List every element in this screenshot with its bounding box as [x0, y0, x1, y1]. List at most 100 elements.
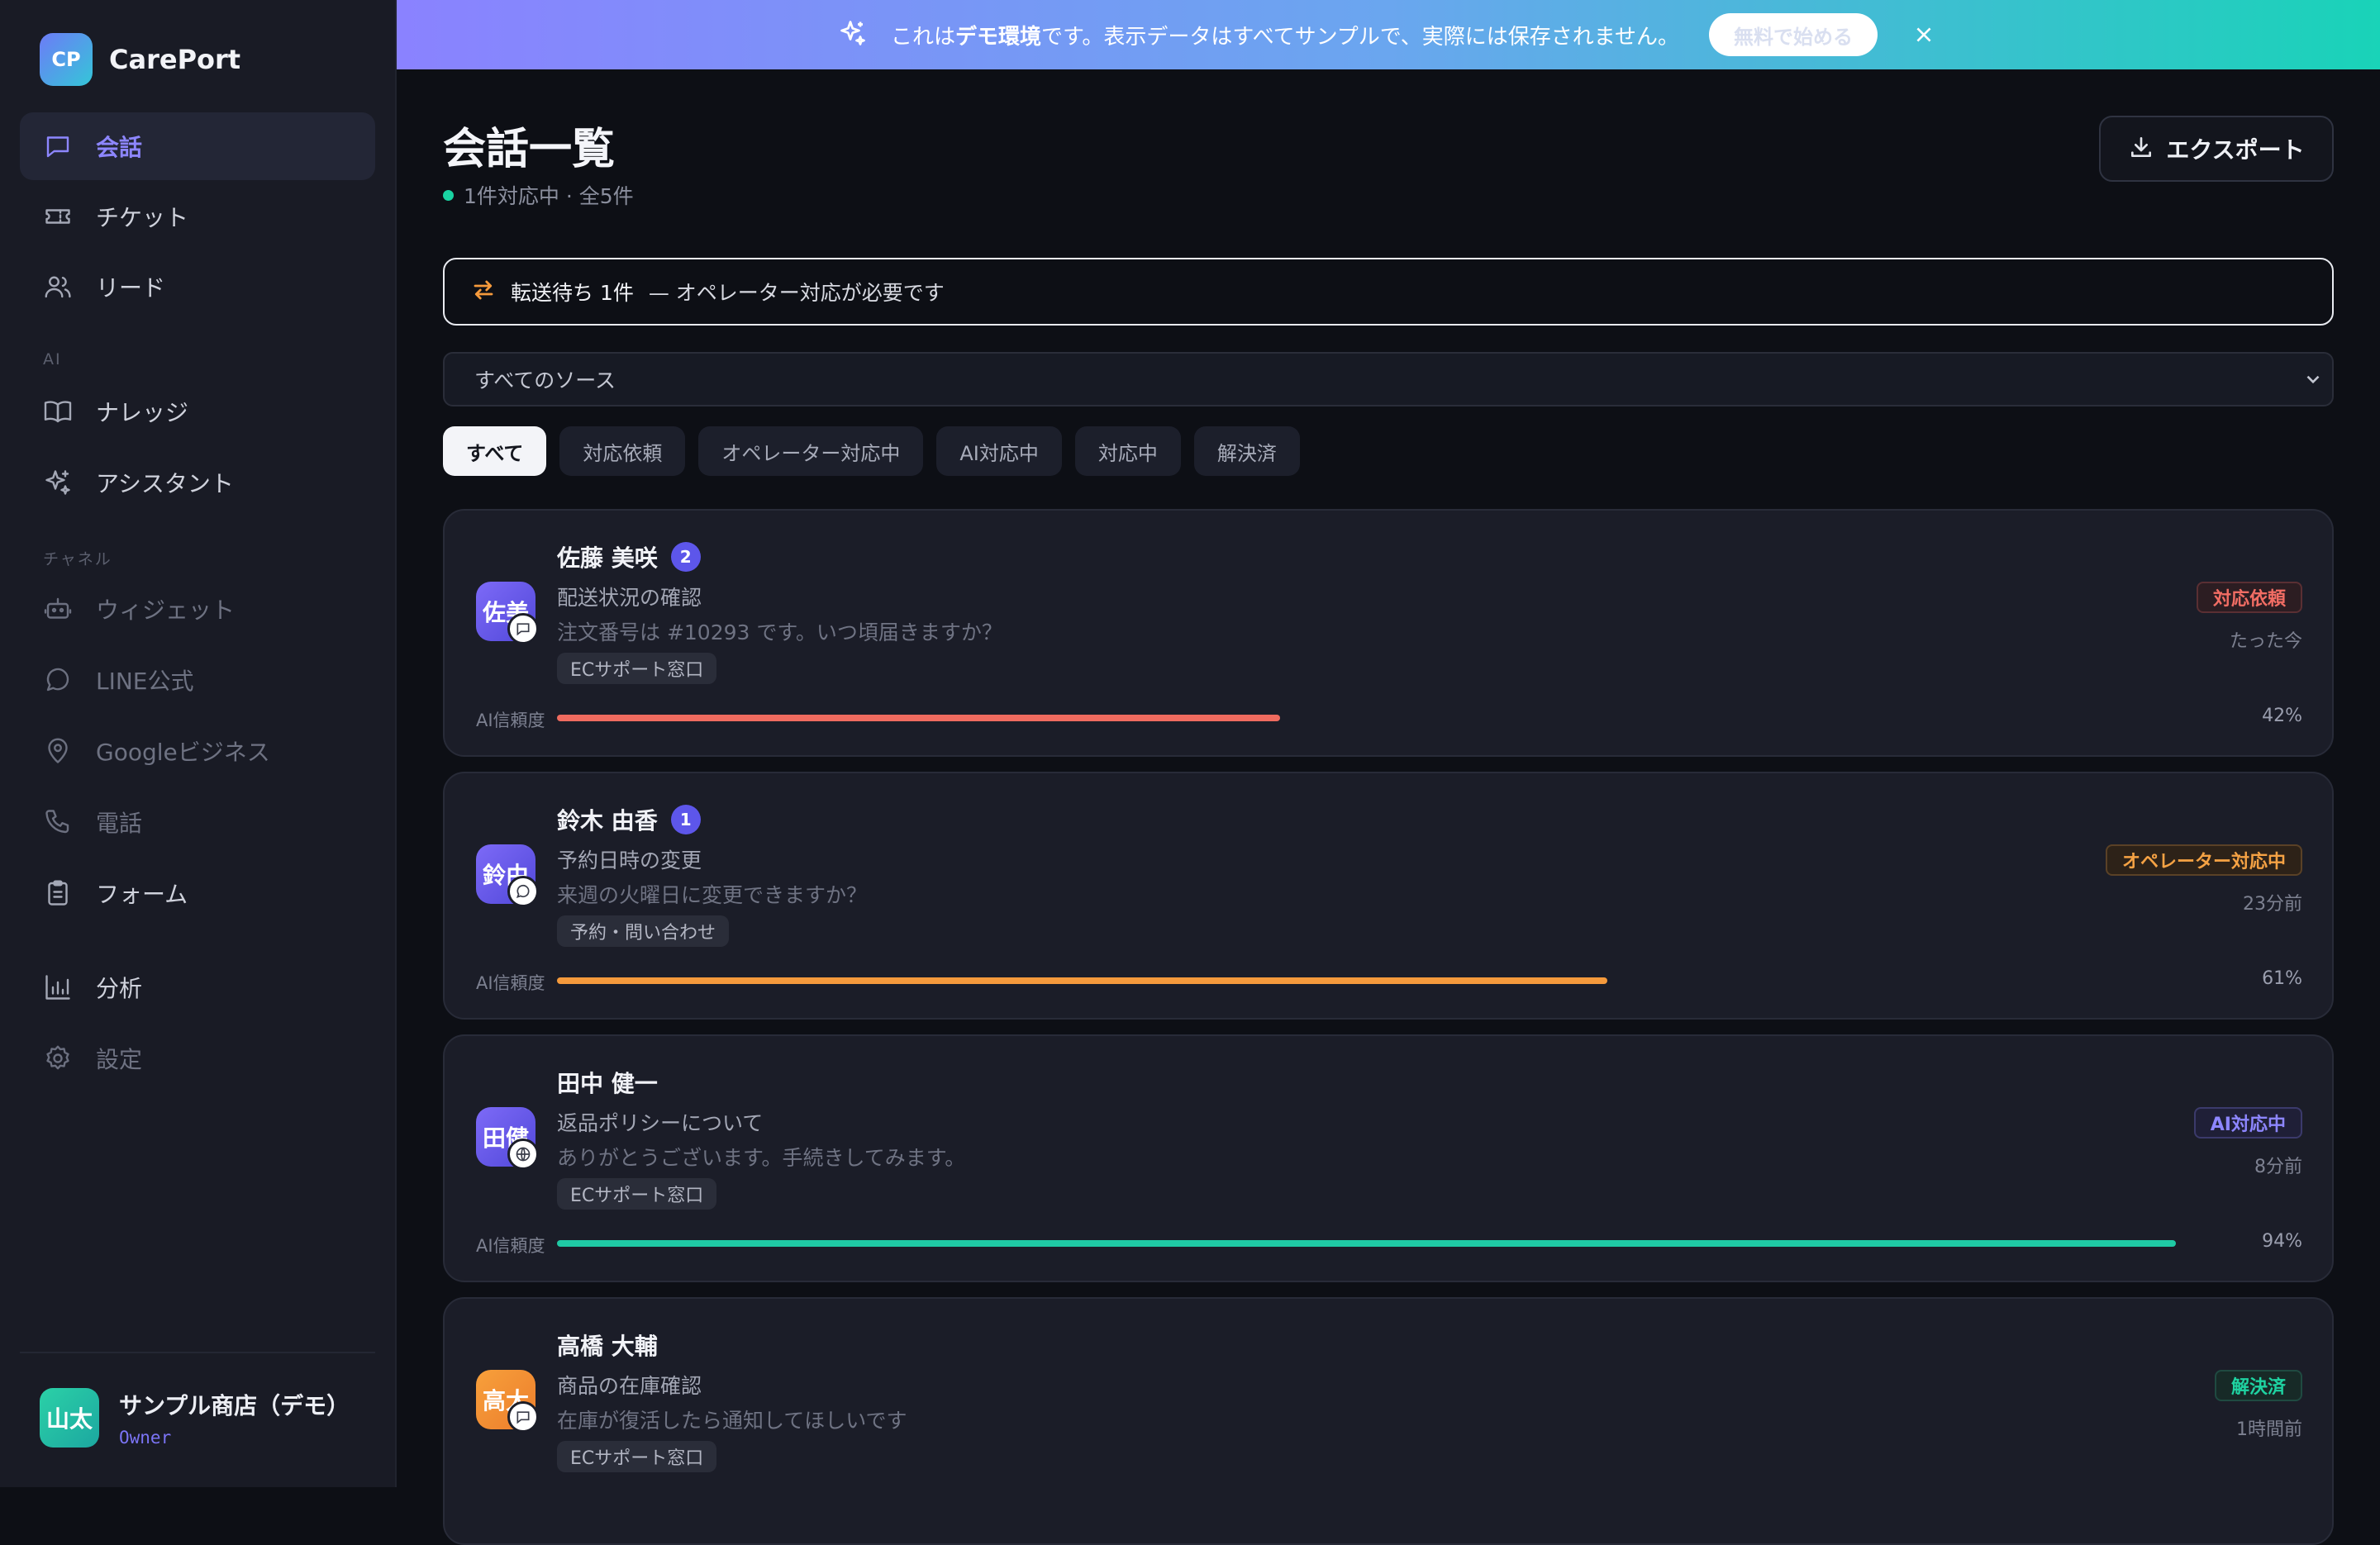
unread-badge: 1 — [670, 805, 701, 834]
channel-tag: 予約・問い合わせ — [557, 915, 730, 947]
conversation-header: 高橋 大輔 — [557, 1329, 658, 1362]
transfer-count: 転送待ち 1件 — [511, 281, 634, 305]
sidebar-item-label: フォーム — [96, 881, 188, 908]
sidebar-item-analytics[interactable]: 分析 — [20, 953, 375, 1021]
channel-tag: ECサポート窓口 — [557, 1178, 717, 1210]
conversation-subject: 予約日時の変更 — [557, 849, 702, 872]
sidebar-item-widget[interactable]: ウィジェット — [20, 575, 375, 643]
page-title: 会話一覧 — [443, 125, 616, 174]
timestamp: 8分前 — [2254, 1157, 2302, 1177]
confidence-fill — [557, 1240, 2176, 1247]
confidence-label: AI信頼度 — [476, 973, 545, 993]
map-pin-icon — [41, 734, 74, 768]
sidebar-item-label: 分析 — [96, 975, 143, 1002]
start-free-button[interactable]: 無料で始める — [1708, 13, 1878, 56]
sidebar-item-forms[interactable]: フォーム — [20, 859, 375, 927]
download-icon — [2128, 134, 2154, 164]
status-badge: 対応依頼 — [2196, 582, 2302, 613]
message-circle-icon — [41, 663, 74, 696]
sparkles-icon — [41, 466, 74, 499]
brand-logo: CP — [40, 33, 93, 86]
contact-name: 高橋 大輔 — [557, 1333, 658, 1360]
conversation-header: 鈴木 由香 1 — [557, 803, 701, 836]
message-circle-icon — [507, 876, 539, 907]
message-preview: ありがとうございます。手続きしてみます。 — [557, 1146, 966, 1170]
sidebar-item-leads[interactable]: リード — [20, 253, 375, 321]
transfer-note: — オペレーター対応が必要です — [648, 281, 945, 305]
user-role: Owner — [119, 1428, 172, 1448]
avatar: 山太 — [40, 1388, 99, 1448]
sidebar-item-phone[interactable]: 電話 — [20, 788, 375, 856]
source-select[interactable]: すべてのソース — [443, 352, 2334, 406]
timestamp: 1時間前 — [2236, 1419, 2302, 1440]
gear-icon — [41, 1042, 74, 1075]
timestamp: たった今 — [2229, 631, 2302, 652]
user-profile[interactable]: 山太 サンプル商店（デモ） Owner — [40, 1388, 350, 1448]
sidebar-item-label: チケット — [96, 204, 189, 231]
page-subtitle: 1件対応中 · 全5件 — [443, 180, 634, 210]
user-name: サンプル商店（デモ） — [119, 1392, 350, 1419]
confidence-bar — [557, 715, 2279, 721]
contact-name: 鈴木 由香 — [557, 807, 658, 834]
sidebar-item-conversations[interactable]: 会話 — [20, 112, 375, 180]
user-info: サンプル商店（デモ） Owner — [119, 1388, 350, 1448]
contact-name: 田中 健一 — [557, 1070, 658, 1097]
tab-all[interactable]: すべて — [443, 426, 547, 476]
sidebar: CP CarePort 会話 チケット リード AI ナレッジ アシスタント チ… — [0, 0, 397, 1487]
sidebar-item-google-business[interactable]: Googleビジネス — [20, 717, 375, 785]
brand-name: CarePort — [109, 44, 241, 75]
status-badge: 解決済 — [2214, 1370, 2302, 1401]
tab-ai[interactable]: AI対応中 — [936, 426, 1062, 476]
section-label-ai: AI — [43, 350, 62, 368]
sparkles-icon — [838, 18, 868, 51]
confidence-bar — [557, 977, 2279, 984]
filter-tabs: すべて 対応依頼 オペレーター対応中 AI対応中 対応中 解決済 — [443, 426, 1313, 476]
conversation-card[interactable]: 鈴由 鈴木 由香 1 予約日時の変更 来週の火曜日に変更できますか？ 予約・問い… — [443, 772, 2334, 1020]
confidence-bar — [557, 1240, 2279, 1247]
channel-tag: ECサポート窓口 — [557, 1441, 717, 1472]
sidebar-divider — [20, 1352, 375, 1353]
sidebar-item-settings[interactable]: 設定 — [20, 1024, 375, 1092]
sidebar-item-line[interactable]: LINE公式 — [20, 646, 375, 714]
bar-chart-icon — [41, 971, 74, 1004]
sidebar-item-tickets[interactable]: チケット — [20, 183, 375, 250]
banner-text-bold: デモ環境 — [955, 24, 1042, 50]
bot-icon — [41, 592, 74, 625]
conversation-card[interactable]: 高大 高橋 大輔 商品の在庫確認 在庫が復活したら通知してほしいです ECサポー… — [443, 1297, 2334, 1545]
sidebar-item-label: Googleビジネス — [96, 739, 270, 766]
demo-banner: これはデモ環境です。表示データはすべてサンプルで、実際には保存されません。 無料… — [397, 0, 2380, 69]
message-preview: 注文番号は #10293 です。いつ頃届きますか？ — [557, 620, 1002, 644]
transfer-alert[interactable]: 転送待ち 1件 — オペレーター対応が必要です — [443, 258, 2334, 326]
tab-operator[interactable]: オペレーター対応中 — [698, 426, 924, 476]
banner-text: これはデモ環境です。表示データはすべてサンプルで、実際には保存されません。 — [891, 24, 1679, 50]
globe-icon — [507, 1139, 539, 1170]
sidebar-item-label: リード — [96, 274, 166, 302]
section-label-channels: チャネル — [43, 550, 112, 568]
chat-square-icon — [507, 1401, 539, 1433]
sidebar-item-knowledge[interactable]: ナレッジ — [20, 378, 375, 445]
conversation-subject: 商品の在庫確認 — [557, 1374, 702, 1398]
brand[interactable]: CP CarePort — [40, 33, 240, 86]
confidence-fill — [557, 977, 1608, 984]
contact-name: 佐藤 美咲 — [557, 544, 658, 572]
conversation-card[interactable]: 佐美 佐藤 美咲 2 配送状況の確認 注文番号は #10293 です。いつ頃届き… — [443, 509, 2334, 757]
sidebar-item-label: 設定 — [96, 1046, 143, 1073]
users-icon — [41, 270, 74, 303]
message-preview: 来週の火曜日に変更できますか？ — [557, 883, 868, 907]
conversation-card[interactable]: 田健 田中 健一 返品ポリシーについて ありがとうございます。手続きしてみます。… — [443, 1034, 2334, 1282]
confidence-value: 94% — [2262, 1231, 2302, 1252]
book-icon — [41, 395, 74, 428]
phone-icon — [41, 806, 74, 839]
confidence-label: AI信頼度 — [476, 1236, 545, 1256]
confidence-value: 61% — [2262, 968, 2302, 989]
status-badge: オペレーター対応中 — [2105, 844, 2302, 876]
sidebar-item-assistant[interactable]: アシスタント — [20, 449, 375, 516]
tab-in-progress[interactable]: 対応中 — [1074, 426, 1181, 476]
sidebar-item-label: 会話 — [96, 134, 143, 161]
tab-requested[interactable]: 対応依頼 — [559, 426, 686, 476]
status-badge: AI対応中 — [2193, 1107, 2302, 1139]
close-icon[interactable] — [1909, 20, 1939, 50]
export-button[interactable]: エクスポート — [2099, 116, 2334, 182]
tab-resolved[interactable]: 解決済 — [1193, 426, 1300, 476]
export-button-label: エクスポート — [2166, 136, 2305, 164]
